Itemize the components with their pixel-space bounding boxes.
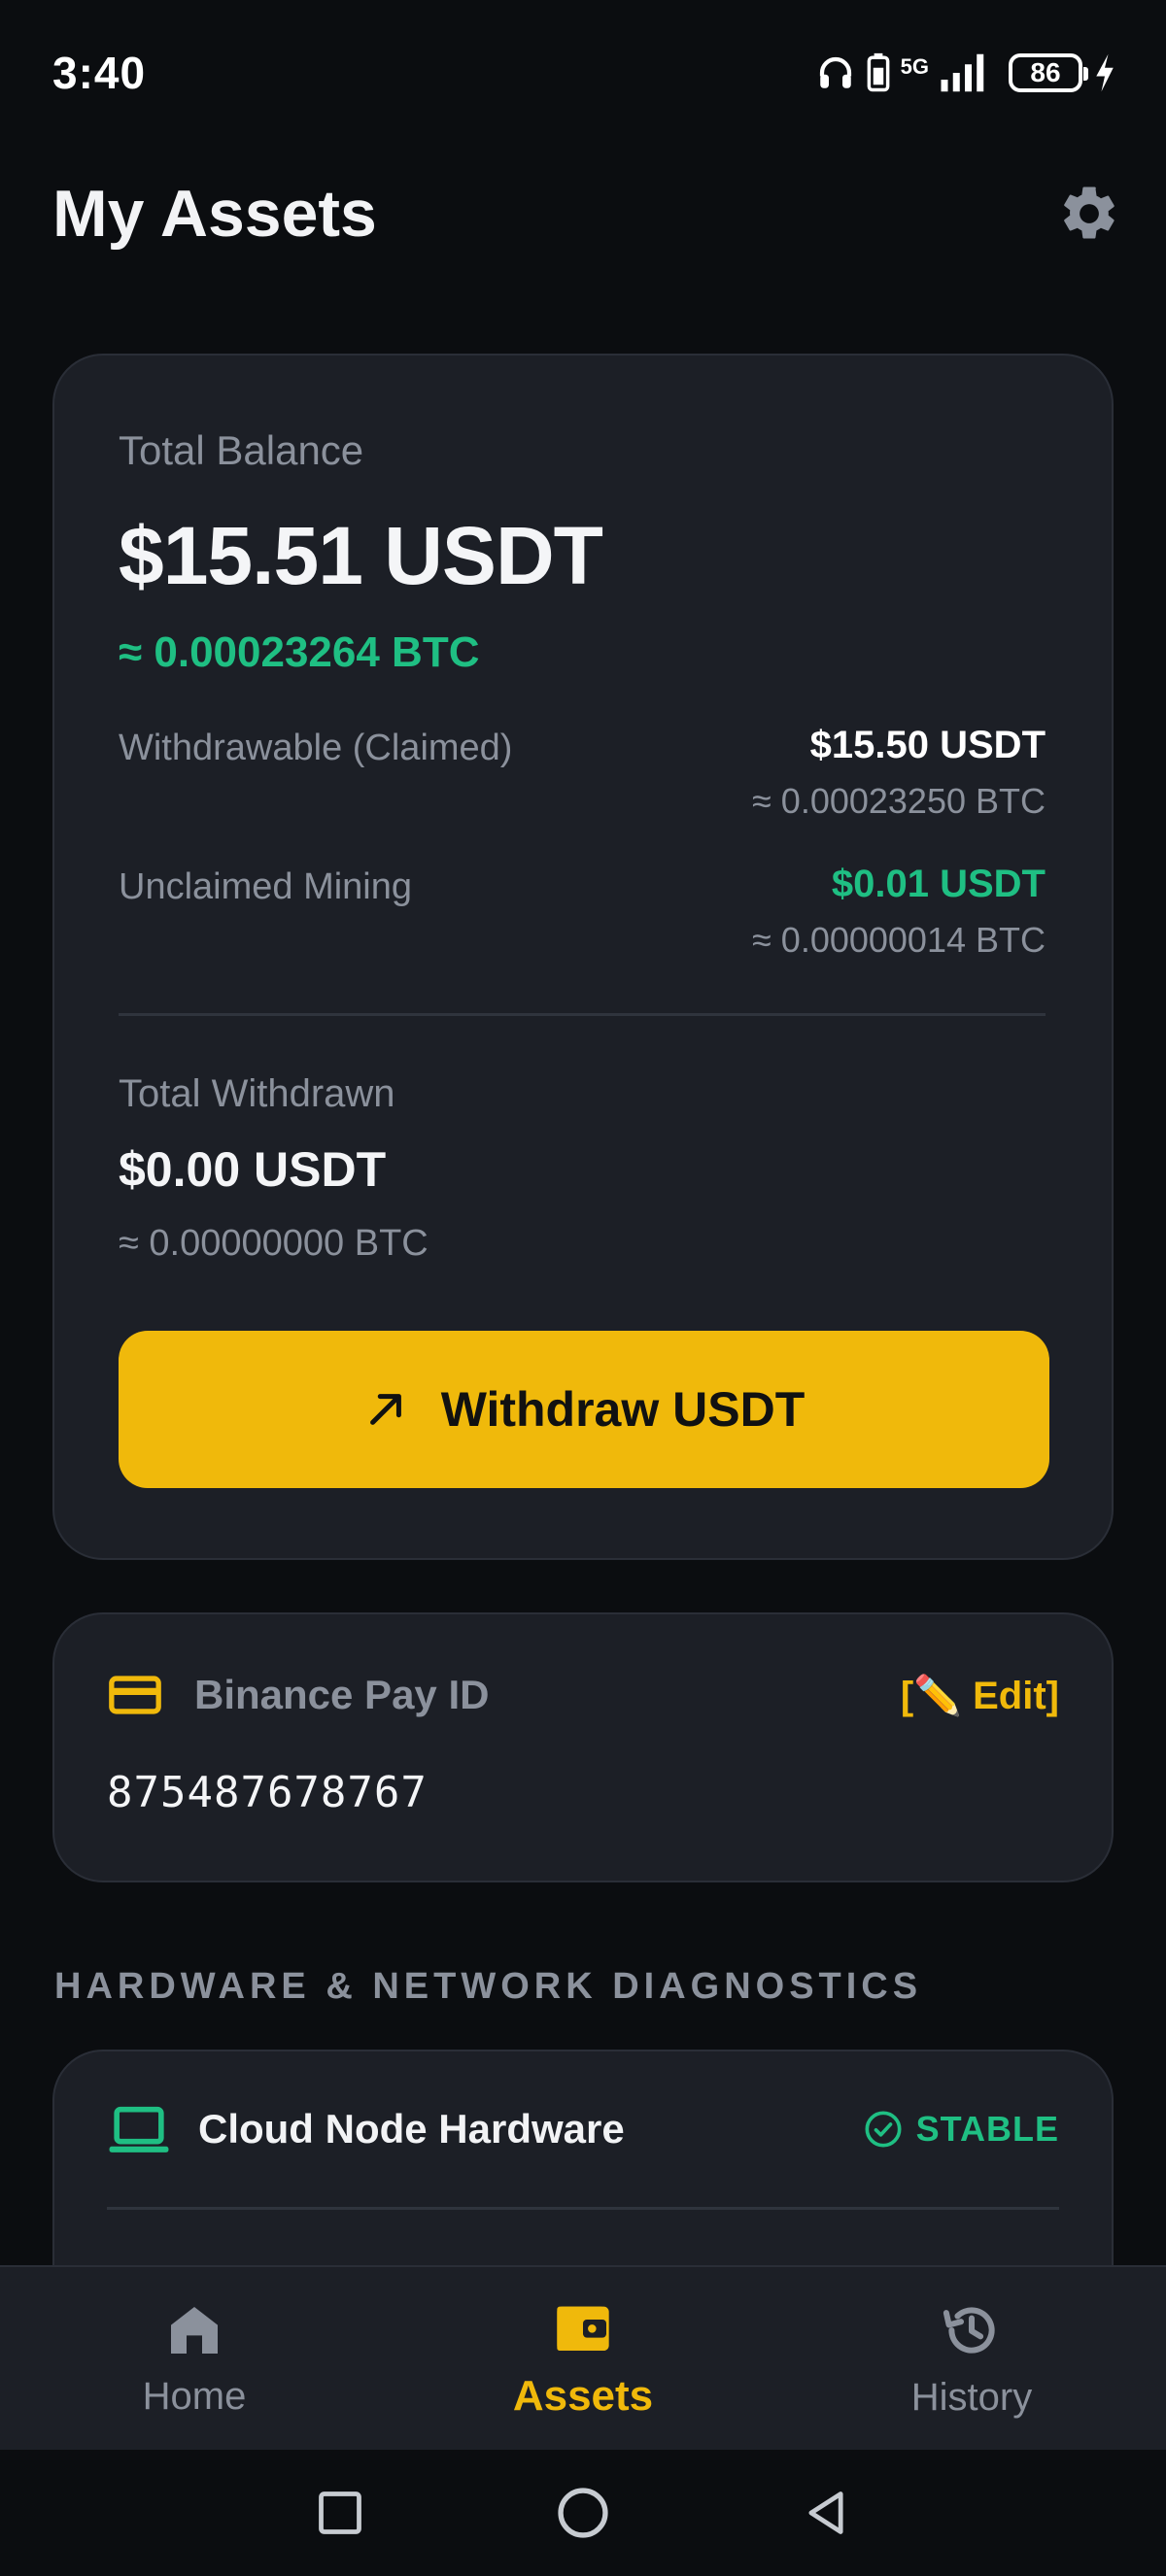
headphones-icon	[819, 56, 851, 88]
charging-icon	[1096, 53, 1114, 92]
credit-card-icon	[109, 1676, 161, 1714]
pay-id-value: 875487678767	[107, 1768, 428, 1817]
withdrawable-btc: ≈ 0.00023250 BTC	[752, 781, 1046, 821]
pay-id-header: Binance Pay ID [✏️ Edit]	[107, 1667, 1059, 1723]
home-icon	[171, 2306, 218, 2354]
balance-divider	[119, 1013, 1046, 1016]
hardware-divider	[107, 2207, 1059, 2210]
pay-id-title-group: Binance Pay ID	[107, 1667, 489, 1723]
nav-item-assets[interactable]: Assets	[437, 2296, 729, 2421]
status-bar: 3:40 5G 86	[0, 0, 1166, 146]
network-type: 5G	[900, 54, 929, 79]
laptop-icon	[109, 2106, 169, 2152]
check-circle-icon	[865, 2111, 902, 2148]
circle-icon	[558, 2488, 608, 2538]
withdraw-button-label: Withdraw USDT	[440, 1382, 806, 1437]
settings-button[interactable]	[1055, 180, 1123, 248]
total-withdrawn-label: Total Withdrawn	[119, 1072, 395, 1115]
total-balance-amount: $15.51 USDT	[119, 510, 603, 601]
nav-label-history: History	[910, 2375, 1033, 2419]
hardware-title: Cloud Node Hardware	[198, 2106, 625, 2152]
total-balance-btc: ≈ 0.00023264 BTC	[119, 628, 480, 676]
unclaimed-amount: $0.01 USDT	[831, 863, 1046, 905]
withdrawable-amount: $15.50 USDT	[809, 724, 1046, 766]
total-withdrawn-amount: $0.00 USDT	[119, 1142, 387, 1197]
pay-id-title: Binance Pay ID	[194, 1672, 490, 1717]
bottom-nav: Home Assets History	[0, 2265, 1166, 2450]
nav-label-assets: Assets	[512, 2372, 654, 2420]
history-icon	[943, 2306, 995, 2354]
total-withdrawn-btc: ≈ 0.00000000 BTC	[119, 1223, 429, 1264]
unclaimed-label: Unclaimed Mining	[119, 866, 413, 907]
withdrawable-row: Withdrawable (Claimed) $15.50 USDT ≈ 0.0…	[119, 724, 1046, 822]
nav-item-home[interactable]: Home	[49, 2299, 340, 2419]
battery-level: 86	[1030, 57, 1061, 87]
battery-saver-icon	[867, 52, 890, 92]
battery-indicator: 86	[1009, 53, 1088, 92]
balance-card: Total Balance $15.51 USDT ≈ 0.00023264 B…	[52, 354, 1114, 1560]
wallet-icon	[557, 2306, 609, 2351]
home-system-button[interactable]	[544, 2474, 622, 2552]
signal-icon	[941, 53, 984, 92]
hardware-status: STABLE	[864, 2109, 1059, 2150]
back-button[interactable]	[787, 2474, 865, 2552]
triangle-back-icon	[808, 2491, 843, 2534]
nav-item-history[interactable]: History	[826, 2298, 1117, 2420]
withdrawable-values: $15.50 USDT ≈ 0.00023250 BTC	[752, 724, 1046, 822]
system-nav-bar	[0, 2450, 1166, 2576]
gear-icon	[1064, 186, 1115, 239]
nav-label-home: Home	[142, 2374, 247, 2418]
page-header: My Assets	[52, 175, 1123, 253]
page-title: My Assets	[52, 177, 377, 251]
unclaimed-values: $0.01 USDT ≈ 0.00000014 BTC	[752, 863, 1046, 961]
hardware-status-label: STABLE	[915, 2109, 1059, 2149]
pay-id-edit-button[interactable]: [✏️ Edit]	[901, 1673, 1059, 1718]
unclaimed-row: Unclaimed Mining $0.01 USDT ≈ 0.00000014…	[119, 863, 1046, 961]
pay-id-card: Binance Pay ID [✏️ Edit] 875487678767	[52, 1612, 1114, 1882]
arrow-up-right-icon	[369, 1394, 401, 1425]
status-time: 3:40	[52, 48, 147, 98]
status-icons: 5G 86	[815, 52, 1117, 93]
withdrawable-label: Withdrawable (Claimed)	[119, 728, 513, 768]
hardware-header: Cloud Node Hardware STABLE	[107, 2102, 1059, 2156]
hardware-title-group: Cloud Node Hardware	[107, 2102, 625, 2156]
diagnostics-section-title: HARDWARE & NETWORK DIAGNOSTICS	[54, 1966, 923, 2007]
withdraw-button[interactable]: Withdraw USDT	[119, 1331, 1049, 1488]
total-balance-label: Total Balance	[119, 427, 364, 473]
unclaimed-btc: ≈ 0.00000014 BTC	[752, 920, 1046, 960]
recents-button[interactable]	[301, 2474, 379, 2552]
square-icon	[319, 2491, 361, 2534]
